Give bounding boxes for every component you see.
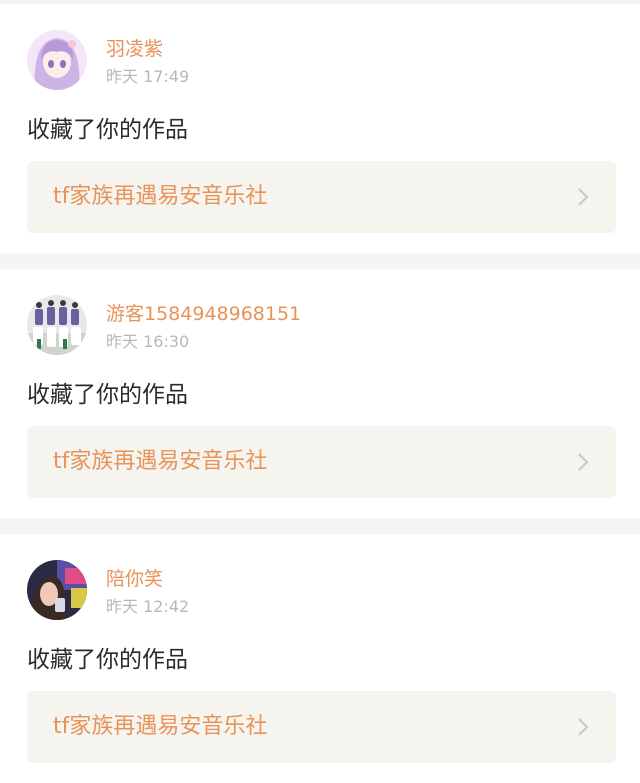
action-text: 收藏了你的作品 <box>27 382 188 408</box>
selfie-photo-avatar[interactable] <box>27 560 87 620</box>
action-text: 收藏了你的作品 <box>27 117 188 143</box>
chevron-right-icon <box>578 188 589 206</box>
username[interactable]: 羽凌紫 <box>106 37 163 61</box>
work-title: tf家族再遇易安音乐社 <box>53 184 268 209</box>
timestamp: 昨天 17:49 <box>106 67 190 86</box>
username[interactable]: 陪你笑 <box>106 567 163 591</box>
timestamp: 昨天 12:42 <box>106 597 190 616</box>
work-title: tf家族再遇易安音乐社 <box>53 714 268 739</box>
work-link[interactable]: tf家族再遇易安音乐社 <box>27 161 616 233</box>
work-link[interactable]: tf家族再遇易安音乐社 <box>27 426 616 498</box>
work-link[interactable]: tf家族再遇易安音乐社 <box>27 691 616 763</box>
username[interactable]: 游客1584948968151 <box>106 302 301 326</box>
timestamp: 昨天 16:30 <box>106 332 190 351</box>
notification-card: 羽凌紫 昨天 17:49 收藏了你的作品 tf家族再遇易安音乐社 <box>0 4 640 253</box>
notification-card: 游客1584948968151 昨天 16:30 收藏了你的作品 tf家族再遇易… <box>0 269 640 518</box>
notification-card: 陪你笑 昨天 12:42 收藏了你的作品 tf家族再遇易安音乐社 <box>0 534 640 783</box>
anime-girl-avatar[interactable] <box>27 30 87 90</box>
chevron-right-icon <box>578 718 589 736</box>
action-text: 收藏了你的作品 <box>27 647 188 673</box>
work-title: tf家族再遇易安音乐社 <box>53 449 268 474</box>
chevron-right-icon <box>578 453 589 471</box>
group-photo-avatar[interactable] <box>27 295 87 355</box>
